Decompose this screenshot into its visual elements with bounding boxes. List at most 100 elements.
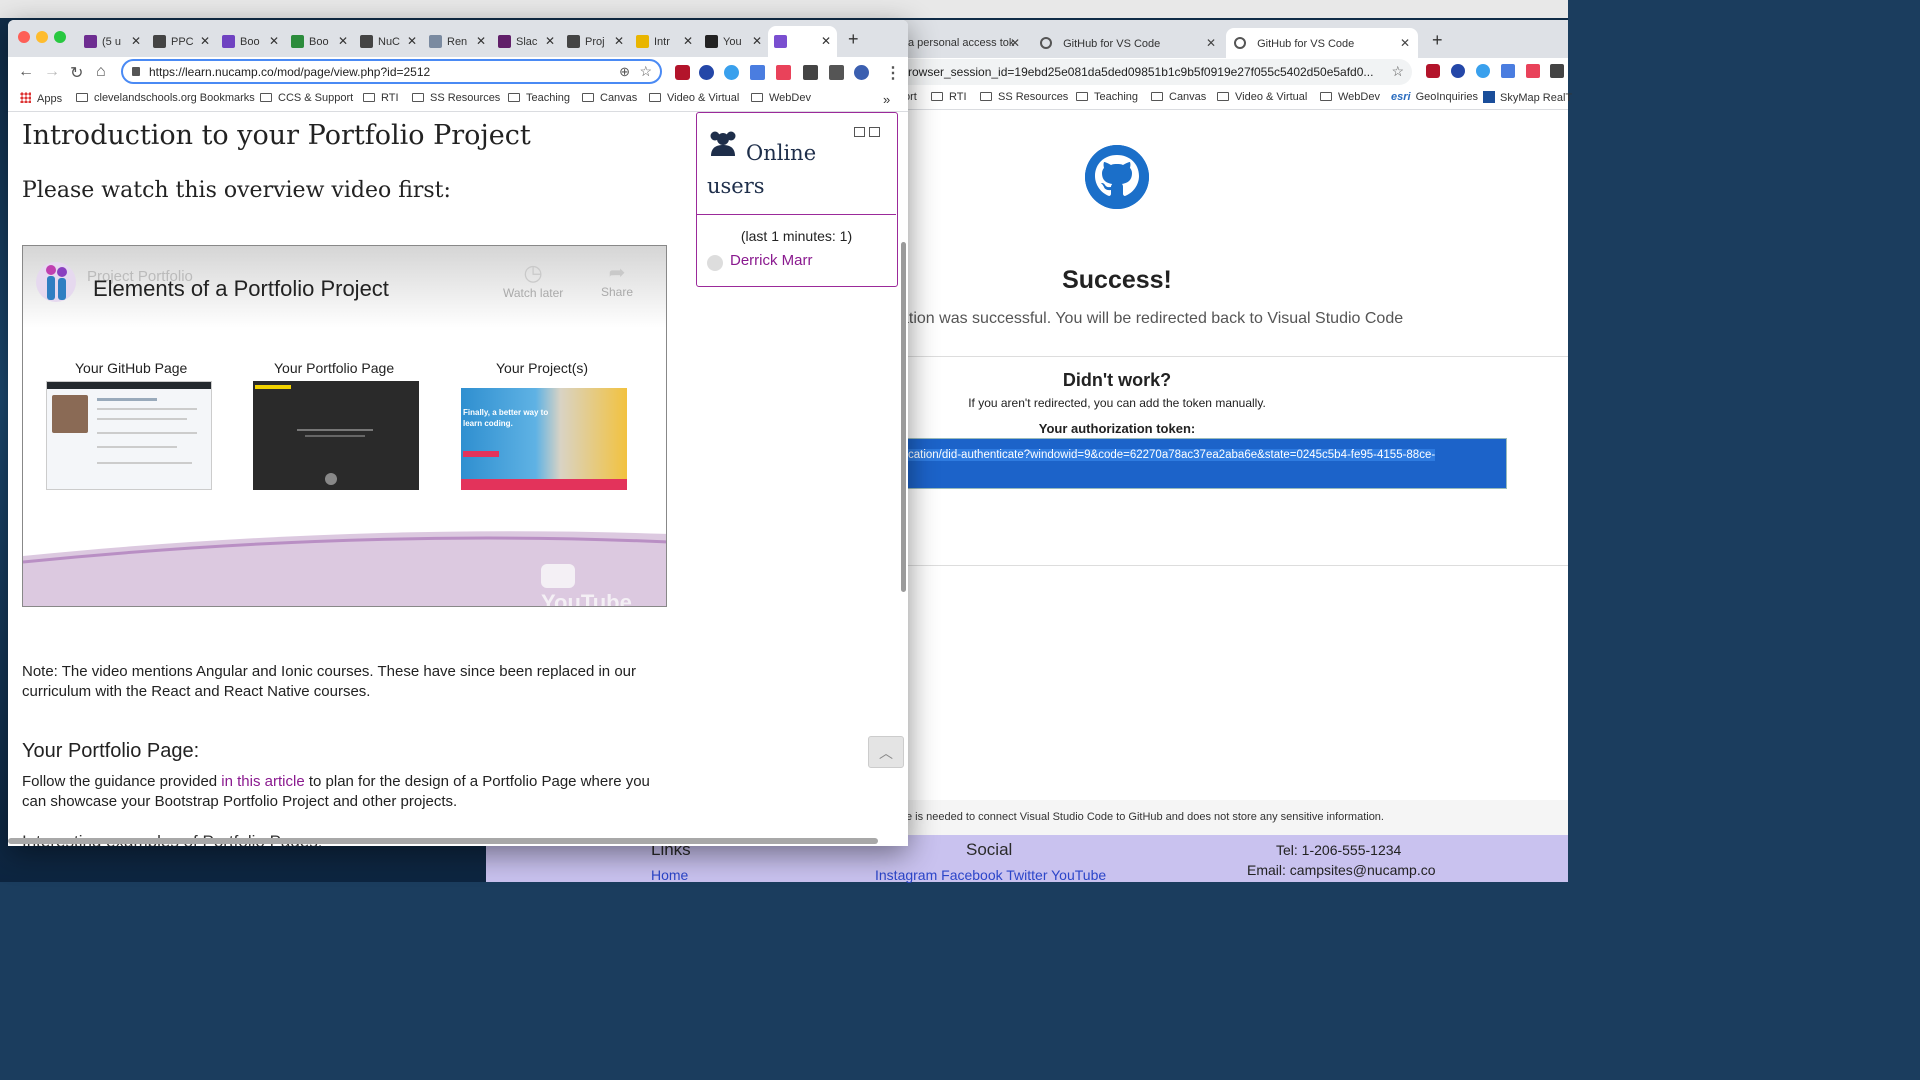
close-icon[interactable]: ✕ [1400,36,1410,50]
apps-grid-icon [20,92,31,103]
article-link[interactable]: in this article [221,773,304,790]
puzzle-icon[interactable] [1550,64,1564,78]
youtube-logo[interactable]: YouTube [541,564,666,606]
close-window-button[interactable] [18,31,30,43]
close-icon[interactable]: ✕ [821,34,831,48]
video-player[interactable]: Project Portfolio Elements of a Portfoli… [22,245,667,607]
reload-icon[interactable]: ↻ [70,63,83,83]
footer-note: e is needed to connect Visual Studio Cod… [900,800,1568,835]
vertical-scrollbar[interactable] [901,242,906,592]
zoom-icon[interactable]: ⊕ [619,64,630,80]
maximize-window-button[interactable] [54,31,66,43]
folder-icon [1320,92,1332,101]
browser-tab[interactable]: (5 u ✕ [78,26,147,57]
tab-github-vscode-active[interactable]: GitHub for VS Code ✕ [1226,28,1418,58]
tab-github-vscode[interactable]: GitHub for VS Code ✕ [1032,28,1224,58]
apps-shortcut[interactable]: Apps [20,92,62,105]
browser-tab[interactable]: PPC ✕ [147,26,216,57]
tab-favicon-icon [153,35,166,48]
menu-dots-icon[interactable]: ⋮ [885,63,901,83]
puzzle-icon[interactable] [803,65,818,80]
tab-favicon-icon [84,35,97,48]
horizontal-scrollbar[interactable] [8,838,878,844]
close-icon[interactable]: ✕ [338,34,348,48]
minimize-window-button[interactable] [36,31,48,43]
close-icon[interactable]: ✕ [683,34,693,48]
k-extension-icon[interactable] [1451,64,1465,78]
bookmark-item[interactable]: Canvas [582,92,637,104]
bookmark-item[interactable]: RTI [363,92,399,104]
browser-tab[interactable]: Boo ✕ [216,26,285,57]
close-icon[interactable]: ✕ [131,34,141,48]
bookmark-item[interactable]: SS Resources [412,92,500,104]
bookmark-item[interactable]: RTI [931,91,967,103]
browser-tab[interactable]: Ren ✕ [423,26,492,57]
ublock-icon[interactable] [1426,64,1440,78]
browser-tab[interactable]: Slac ✕ [492,26,561,57]
back-to-top-button[interactable]: ︿ [868,736,904,768]
close-icon[interactable]: ✕ [1010,36,1020,50]
browser-tab[interactable]: Proj ✕ [561,26,630,57]
browser-tab[interactable]: Intr ✕ [630,26,699,57]
new-tab-button[interactable]: + [848,29,859,50]
close-icon[interactable]: ✕ [614,34,624,48]
bookmark-item[interactable]: CCS & Support [260,92,353,104]
bookmark-item[interactable]: SS Resources [980,91,1068,103]
bookmark-item[interactable]: Video & Virtual [649,92,739,104]
close-icon[interactable]: ✕ [752,34,762,48]
home-link[interactable]: Home [651,867,688,883]
star-icon[interactable]: ☆ [1391,63,1404,80]
home-icon[interactable]: ⌂ [96,63,106,81]
close-icon[interactable]: ✕ [407,34,417,48]
chevron-up-icon: ︿ [879,745,893,761]
social-links[interactable]: Instagram Facebook Twitter YouTube [875,867,1106,883]
extension-icon[interactable] [724,65,739,80]
bookmark-item[interactable]: WebDev [1320,91,1380,103]
auth-token-field[interactable]: cation/did-authenticate?windowid=9&code=… [900,438,1507,489]
close-icon[interactable]: ✕ [476,34,486,48]
close-icon[interactable]: ✕ [545,34,555,48]
online-user-link[interactable]: Derrick Marr [730,252,813,269]
translate-icon[interactable] [750,65,765,80]
share-button[interactable]: ➦ Share [601,260,633,299]
profile-avatar[interactable] [854,65,869,80]
k-extension-icon[interactable] [699,65,714,80]
star-icon[interactable]: ☆ [639,63,652,80]
back-arrow-icon[interactable]: ← [18,63,34,81]
bookmark-item[interactable]: Teaching [1076,91,1138,103]
screencast-icon[interactable] [1526,64,1540,78]
address-bar[interactable]: https://learn.nucamp.co/mod/page/view.ph… [121,59,662,84]
globe-icon [1234,37,1246,49]
collapse-icon[interactable] [854,127,865,137]
translate-icon[interactable] [1501,64,1515,78]
browser-tab[interactable]: You ✕ [699,26,768,57]
watch-later-button[interactable]: ◷ Watch later [503,260,563,300]
bookmark-item[interactable]: clevelandschools.org Bookmarks [76,92,255,104]
address-bar[interactable]: rowser_session_id=19ebd25e081da5ded09851… [900,59,1412,85]
browser-tab[interactable]: Boo ✕ [285,26,354,57]
extension-icon[interactable] [1476,64,1490,78]
ublock-icon[interactable] [675,65,690,80]
folder-icon [751,93,763,102]
browser-tab[interactable]: ✕ [768,26,837,57]
forward-arrow-icon[interactable]: → [44,63,60,81]
more-bookmarks-button[interactable]: » [883,92,890,107]
new-tab-button[interactable]: + [1432,30,1443,51]
dock-icon[interactable] [869,127,880,137]
bookmark-item[interactable]: WebDev [751,92,811,104]
close-icon[interactable]: ✕ [1206,36,1216,50]
tab-personal-access-token[interactable]: a personal access tok ✕ [900,28,1028,58]
folder-icon [582,93,594,102]
bookmark-item[interactable]: SkyMap RealT [1483,91,1572,104]
bookmark-item[interactable]: Video & Virtual [1217,91,1307,103]
portfolio-page-thumbnail [253,381,419,490]
bookmark-item[interactable]: Teaching [508,92,570,104]
close-icon[interactable]: ✕ [269,34,279,48]
toolbar: ← → ↻ ⌂ https://learn.nucamp.co/mod/page… [8,57,908,89]
bookmark-item[interactable]: Canvas [1151,91,1206,103]
browser-tab[interactable]: NuC ✕ [354,26,423,57]
close-icon[interactable]: ✕ [200,34,210,48]
reading-list-icon[interactable] [829,65,844,80]
screencast-icon[interactable] [776,65,791,80]
bookmark-item[interactable]: esri GeoInquiries [1391,91,1478,103]
